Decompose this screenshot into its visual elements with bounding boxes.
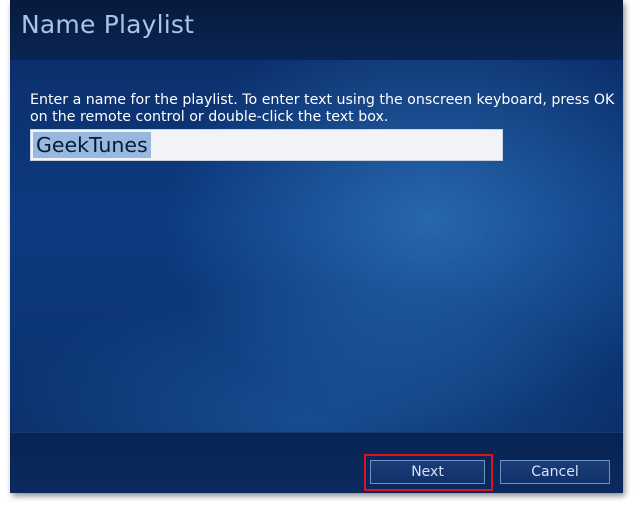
media-center-screen: Name Playlist Enter a name for the playl… <box>10 0 623 493</box>
next-button[interactable]: Next <box>370 460 485 484</box>
page-title: Name Playlist <box>21 10 195 39</box>
playlist-name-value[interactable]: GeekTunes <box>33 132 151 158</box>
button-bar: Next Cancel <box>10 432 623 493</box>
instructions-text: Enter a name for the playlist. To enter … <box>30 92 615 125</box>
header-bar: Name Playlist <box>10 0 623 60</box>
playlist-name-field[interactable]: GeekTunes <box>30 129 503 161</box>
cancel-button[interactable]: Cancel <box>500 460 610 484</box>
